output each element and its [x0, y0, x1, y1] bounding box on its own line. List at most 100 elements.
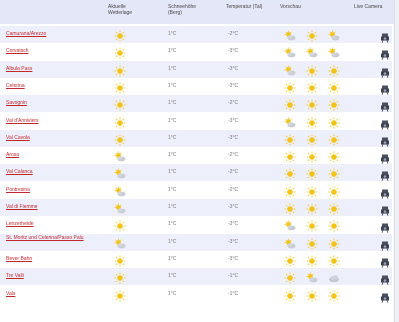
webcam-icon[interactable]	[380, 47, 390, 61]
forecast-sun-icon	[328, 202, 340, 215]
forecast-sun-icon	[306, 64, 318, 77]
table-row: Albula Pass 1°C -3°C	[0, 60, 392, 78]
forecast-sun-icon	[284, 254, 296, 267]
place-link[interactable]: Val d'Anniviers	[6, 118, 39, 124]
webcam-icon[interactable]	[380, 168, 390, 182]
temperature-value: -2°C	[228, 186, 239, 193]
current-weather-sun-icon	[114, 98, 126, 111]
forecast-sun-icon	[306, 289, 318, 301]
temperature-value: -2°C	[228, 152, 239, 159]
forecast-sun-icon	[328, 289, 340, 301]
forecast-partly-cloudy-icon	[284, 64, 296, 76]
current-weather-partly-cloudy-icon	[114, 167, 126, 179]
forecast-sun-icon	[306, 133, 318, 146]
webcam-icon[interactable]	[380, 220, 390, 234]
webcam-icon[interactable]	[380, 186, 390, 199]
table-row: Val Cavola 1°C -3°C	[0, 129, 392, 147]
forecast-sun-icon	[284, 81, 296, 94]
forecast-sun-icon	[284, 167, 296, 180]
temperature-value: -2°C	[228, 31, 239, 37]
forecast-partly-cloudy-icon	[328, 46, 340, 58]
place-link[interactable]: Val Calanca	[6, 169, 33, 175]
forecast-sun-icon	[306, 98, 318, 111]
forecast-sun-icon	[328, 219, 340, 232]
snow-value: 1°C	[168, 100, 177, 107]
webcam-icon[interactable]	[380, 99, 390, 113]
snow-value: 1°C	[168, 65, 177, 72]
current-weather-sun-icon	[114, 46, 126, 59]
temperature-value: -3°C	[228, 238, 239, 245]
forecast-sun-icon	[328, 133, 340, 146]
header-forecast: Vorschau	[280, 4, 301, 10]
snow-value: 1°C	[168, 255, 177, 262]
table-header: Aktuelle Wetterlage Schneehöhe (Berg) Te…	[0, 0, 399, 24]
webcam-icon[interactable]	[380, 117, 390, 130]
snow-value: 1°C	[168, 169, 177, 176]
scrollbar[interactable]	[394, 0, 399, 322]
forecast-sun-icon	[306, 81, 318, 94]
temperature-value: -1°C	[228, 290, 239, 297]
webcam-icon[interactable]	[380, 290, 390, 303]
table-row: Tre Valli 1°C -1°C	[0, 268, 392, 286]
place-link[interactable]: Bever Bahn	[6, 256, 32, 262]
snow-value: 1°C	[168, 273, 177, 280]
snow-value: 1°C	[168, 290, 177, 297]
table-row: Savognin 1°C -2°C	[0, 95, 392, 113]
place-link[interactable]: Albula Pass	[6, 66, 32, 72]
place-link[interactable]: Savognin	[6, 100, 27, 106]
place-link[interactable]: Celerina	[6, 83, 25, 89]
table-row: Pontresina 1°C -2°C	[0, 181, 392, 199]
temperature-value: -2°C	[228, 100, 239, 107]
place-link[interactable]: Val di Fiemme	[6, 204, 38, 210]
place-link[interactable]: Camurana/Arezzo	[6, 31, 46, 37]
table-row: Val d'Anniviers 1°C -3°C	[0, 112, 392, 130]
webcam-icon[interactable]	[380, 203, 390, 216]
temperature-value: -3°C	[228, 134, 239, 141]
temperature-value: -3°C	[228, 221, 239, 228]
webcam-icon[interactable]	[380, 134, 390, 147]
webcam-icon[interactable]	[380, 82, 390, 95]
place-link[interactable]: Pontresina	[6, 187, 30, 193]
snow-value: 1°C	[168, 204, 177, 210]
place-link[interactable]: St. Moritz und Celerina/Passo Palu	[6, 235, 104, 241]
temperature-value: -1°C	[228, 273, 239, 280]
current-weather-sun-icon	[114, 271, 126, 284]
forecast-partly-cloudy-icon	[284, 29, 296, 41]
current-weather-sun-icon	[114, 289, 126, 301]
forecast-sun-icon	[328, 237, 340, 250]
header-temp: Temperatur (Tal)	[226, 4, 263, 10]
current-weather-partly-cloudy-icon	[114, 202, 126, 214]
snow-value: 1°C	[168, 221, 177, 228]
place-link[interactable]: Val Cavola	[6, 135, 30, 141]
place-link[interactable]: Vals	[6, 291, 15, 297]
webcam-icon[interactable]	[380, 238, 390, 251]
webcam-icon[interactable]	[380, 255, 390, 268]
webcam-icon[interactable]	[380, 65, 390, 78]
current-weather-partly-cloudy-icon	[114, 237, 126, 249]
forecast-sun-icon	[306, 202, 318, 215]
place-link[interactable]: Corvatsch	[6, 48, 29, 54]
webcam-icon[interactable]	[380, 151, 390, 164]
forecast-sun-icon	[328, 98, 340, 111]
place-link[interactable]: Arosa	[6, 152, 19, 158]
current-weather-partly-cloudy-icon	[114, 150, 126, 162]
forecast-partly-cloudy-icon	[328, 29, 340, 41]
forecast-partly-cloudy-icon	[284, 219, 296, 231]
forecast-sun-icon	[284, 289, 296, 301]
place-link[interactable]: Lenzerheide	[6, 221, 34, 227]
forecast-sun-icon	[284, 133, 296, 146]
forecast-sun-icon	[284, 202, 296, 215]
place-link[interactable]: Tre Valli	[6, 273, 24, 279]
table-row: Bever Bahn 1°C -3°C	[0, 250, 392, 268]
forecast-sun-icon	[284, 271, 296, 284]
forecast-sun-icon	[328, 185, 340, 198]
webcam-icon[interactable]	[380, 272, 390, 286]
forecast-partly-cloudy-icon	[306, 271, 318, 283]
forecast-sun-icon	[306, 185, 318, 198]
current-weather-partly-cloudy-icon	[114, 185, 126, 197]
forecast-sun-icon	[328, 81, 340, 94]
forecast-sun-icon	[306, 219, 318, 232]
webcam-icon[interactable]	[380, 30, 390, 43]
forecast-partly-cloudy-icon	[284, 46, 296, 58]
snow-value: 1°C	[168, 48, 177, 55]
